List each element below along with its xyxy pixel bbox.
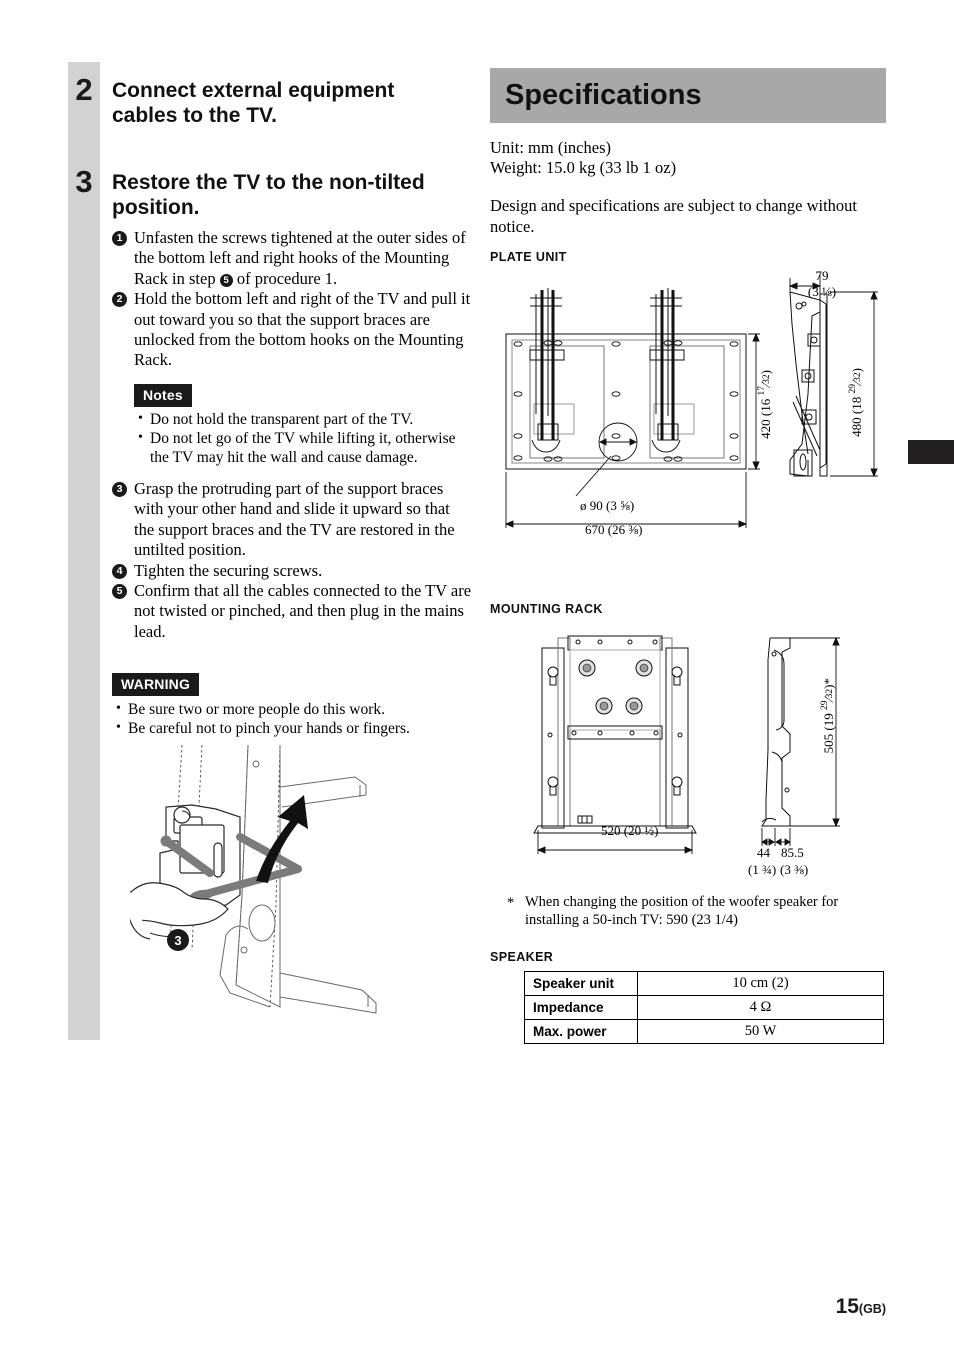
step-heading-2: Connect external equipment cables to the…	[112, 79, 395, 127]
warning-label: WARNING	[112, 673, 200, 696]
page-region: (GB)	[858, 1302, 886, 1316]
disclaimer-text: Design and specifications are subject to…	[490, 196, 858, 236]
instruction-item-5: 5 Confirm that all the cables connected t…	[112, 581, 472, 642]
instruction-item-3: 3 Grasp the protruding part of the suppor…	[112, 479, 472, 561]
notes-label-box: Notes	[134, 384, 192, 407]
inline-step-number: 5	[219, 273, 233, 287]
manual-page: 2 Connect external equipment cables to t…	[0, 0, 954, 1351]
spec-key: Impedance	[524, 995, 638, 1020]
note-item: Do not hold the transparent part of the …	[136, 409, 466, 429]
instruction-text-tail: of procedure 1.	[232, 268, 338, 288]
rack-width: 520 (20 ½)	[601, 823, 659, 838]
callout-number: 3	[174, 933, 181, 948]
rack-depth-a-inch: (1 ¾)	[748, 862, 777, 877]
table-row: Speaker unit 10 cm (2)	[524, 971, 884, 996]
instruction-text: Hold the bottom left and right of the TV…	[134, 289, 471, 370]
warning-list: Be sure two or more people do this work.…	[114, 699, 464, 738]
rack-depth-a: 44	[757, 845, 770, 860]
instruction-item-1: 1 Unfasten the screws tightened at the ou…	[112, 228, 472, 289]
spec-value: 50 W	[637, 1019, 884, 1044]
rack-depth-b-inch: (3 ⅜)	[780, 862, 809, 877]
step-heading-3: Restore the TV to the non-tilted positio…	[112, 171, 425, 219]
rack-depth-b: 85.5	[781, 845, 804, 860]
notes-list: Do not hold the transparent part of the …	[136, 409, 466, 467]
spec-key: Max. power	[524, 1019, 638, 1044]
notes-label: Notes	[134, 384, 192, 407]
table-row: Max. power 50 W	[524, 1019, 884, 1044]
mounting-rack-svg	[533, 635, 840, 854]
warning-label-box: WARNING	[112, 673, 200, 696]
plate-depth-inch: (3 ⅛)	[807, 284, 837, 299]
step-number-3: 3	[75, 164, 93, 199]
page-number: 15	[835, 1295, 859, 1318]
rack-height: 505 (19 29⁄32)*	[820, 678, 836, 754]
plate-unit-label: PLATE UNIT	[490, 250, 567, 264]
spec-value: 10 cm (2)	[637, 971, 884, 996]
instruction-list-part1: 1 Unfasten the screws tightened at the ou…	[112, 228, 472, 371]
warning-item: Be careful not to pinch your hands or fi…	[114, 718, 464, 738]
mounting-rack-drawing	[490, 630, 890, 880]
instruction-bullet-number: 5	[112, 584, 127, 600]
instruction-bullet-number: 1	[112, 231, 127, 246]
footnote-marker: *	[507, 895, 515, 911]
instruction-text: Tighten the securing screws.	[134, 560, 323, 580]
speaker-spec-table: Speaker unit 10 cm (2) Impedance 4 Ω Max…	[524, 971, 884, 1044]
page-footer: 15(GB)	[836, 1295, 886, 1319]
weight-line: Weight: 15.0 kg (33 lb 1 oz)	[490, 158, 677, 177]
mounting-rack-label: MOUNTING RACK	[490, 602, 603, 616]
plate-unit-drawing	[490, 264, 890, 554]
instruction-text: Confirm that all the cables connected to…	[134, 581, 472, 641]
spec-key: Speaker unit	[524, 971, 638, 996]
instruction-item-4: 4 Tighten the securing screws.	[112, 561, 472, 581]
step-gray-band	[68, 62, 100, 1040]
instruction-bullet-number: 3	[112, 482, 127, 497]
instruction-bullet-number: 2	[112, 292, 127, 308]
plate-hole-diameter: ø 90 (3 ⅝)	[580, 498, 635, 513]
plate-width: 670 (26 ⅜)	[585, 522, 643, 537]
table-row: Impedance 4 Ω	[524, 995, 884, 1020]
unit-line: Unit: mm (inches)	[490, 138, 611, 157]
warning-item: Be sure two or more people do this work.	[114, 699, 464, 719]
plate-unit-svg	[504, 274, 878, 528]
speaker-label: SPEAKER	[490, 950, 554, 964]
instruction-list-part2: 3 Grasp the protruding part of the suppor…	[112, 479, 472, 642]
plate-depth-mm: 79	[815, 268, 829, 283]
support-brace-illustration: 3	[126, 744, 470, 1030]
specifications-title: Specifications	[505, 79, 702, 111]
instruction-item-2: 2 Hold the bottom left and right of the T…	[112, 289, 472, 371]
spec-value: 4 Ω	[637, 995, 884, 1020]
plate-height-front: 420 (16 17⁄32)	[757, 370, 773, 439]
page-edge-tab	[908, 440, 954, 464]
step-number-2: 2	[75, 72, 93, 107]
note-item: Do not let go of the TV while lifting it…	[136, 428, 466, 467]
plate-height-side: 480 (18 29⁄32)	[848, 368, 864, 437]
instruction-bullet-number: 4	[112, 563, 127, 579]
footnote: * When changing the position of the woofe…	[507, 893, 885, 929]
illustration-svg: 3	[126, 744, 377, 1014]
footnote-text: When changing the position of the woofer…	[525, 894, 839, 928]
instruction-text: Grasp the protruding part of the support…	[134, 479, 455, 560]
